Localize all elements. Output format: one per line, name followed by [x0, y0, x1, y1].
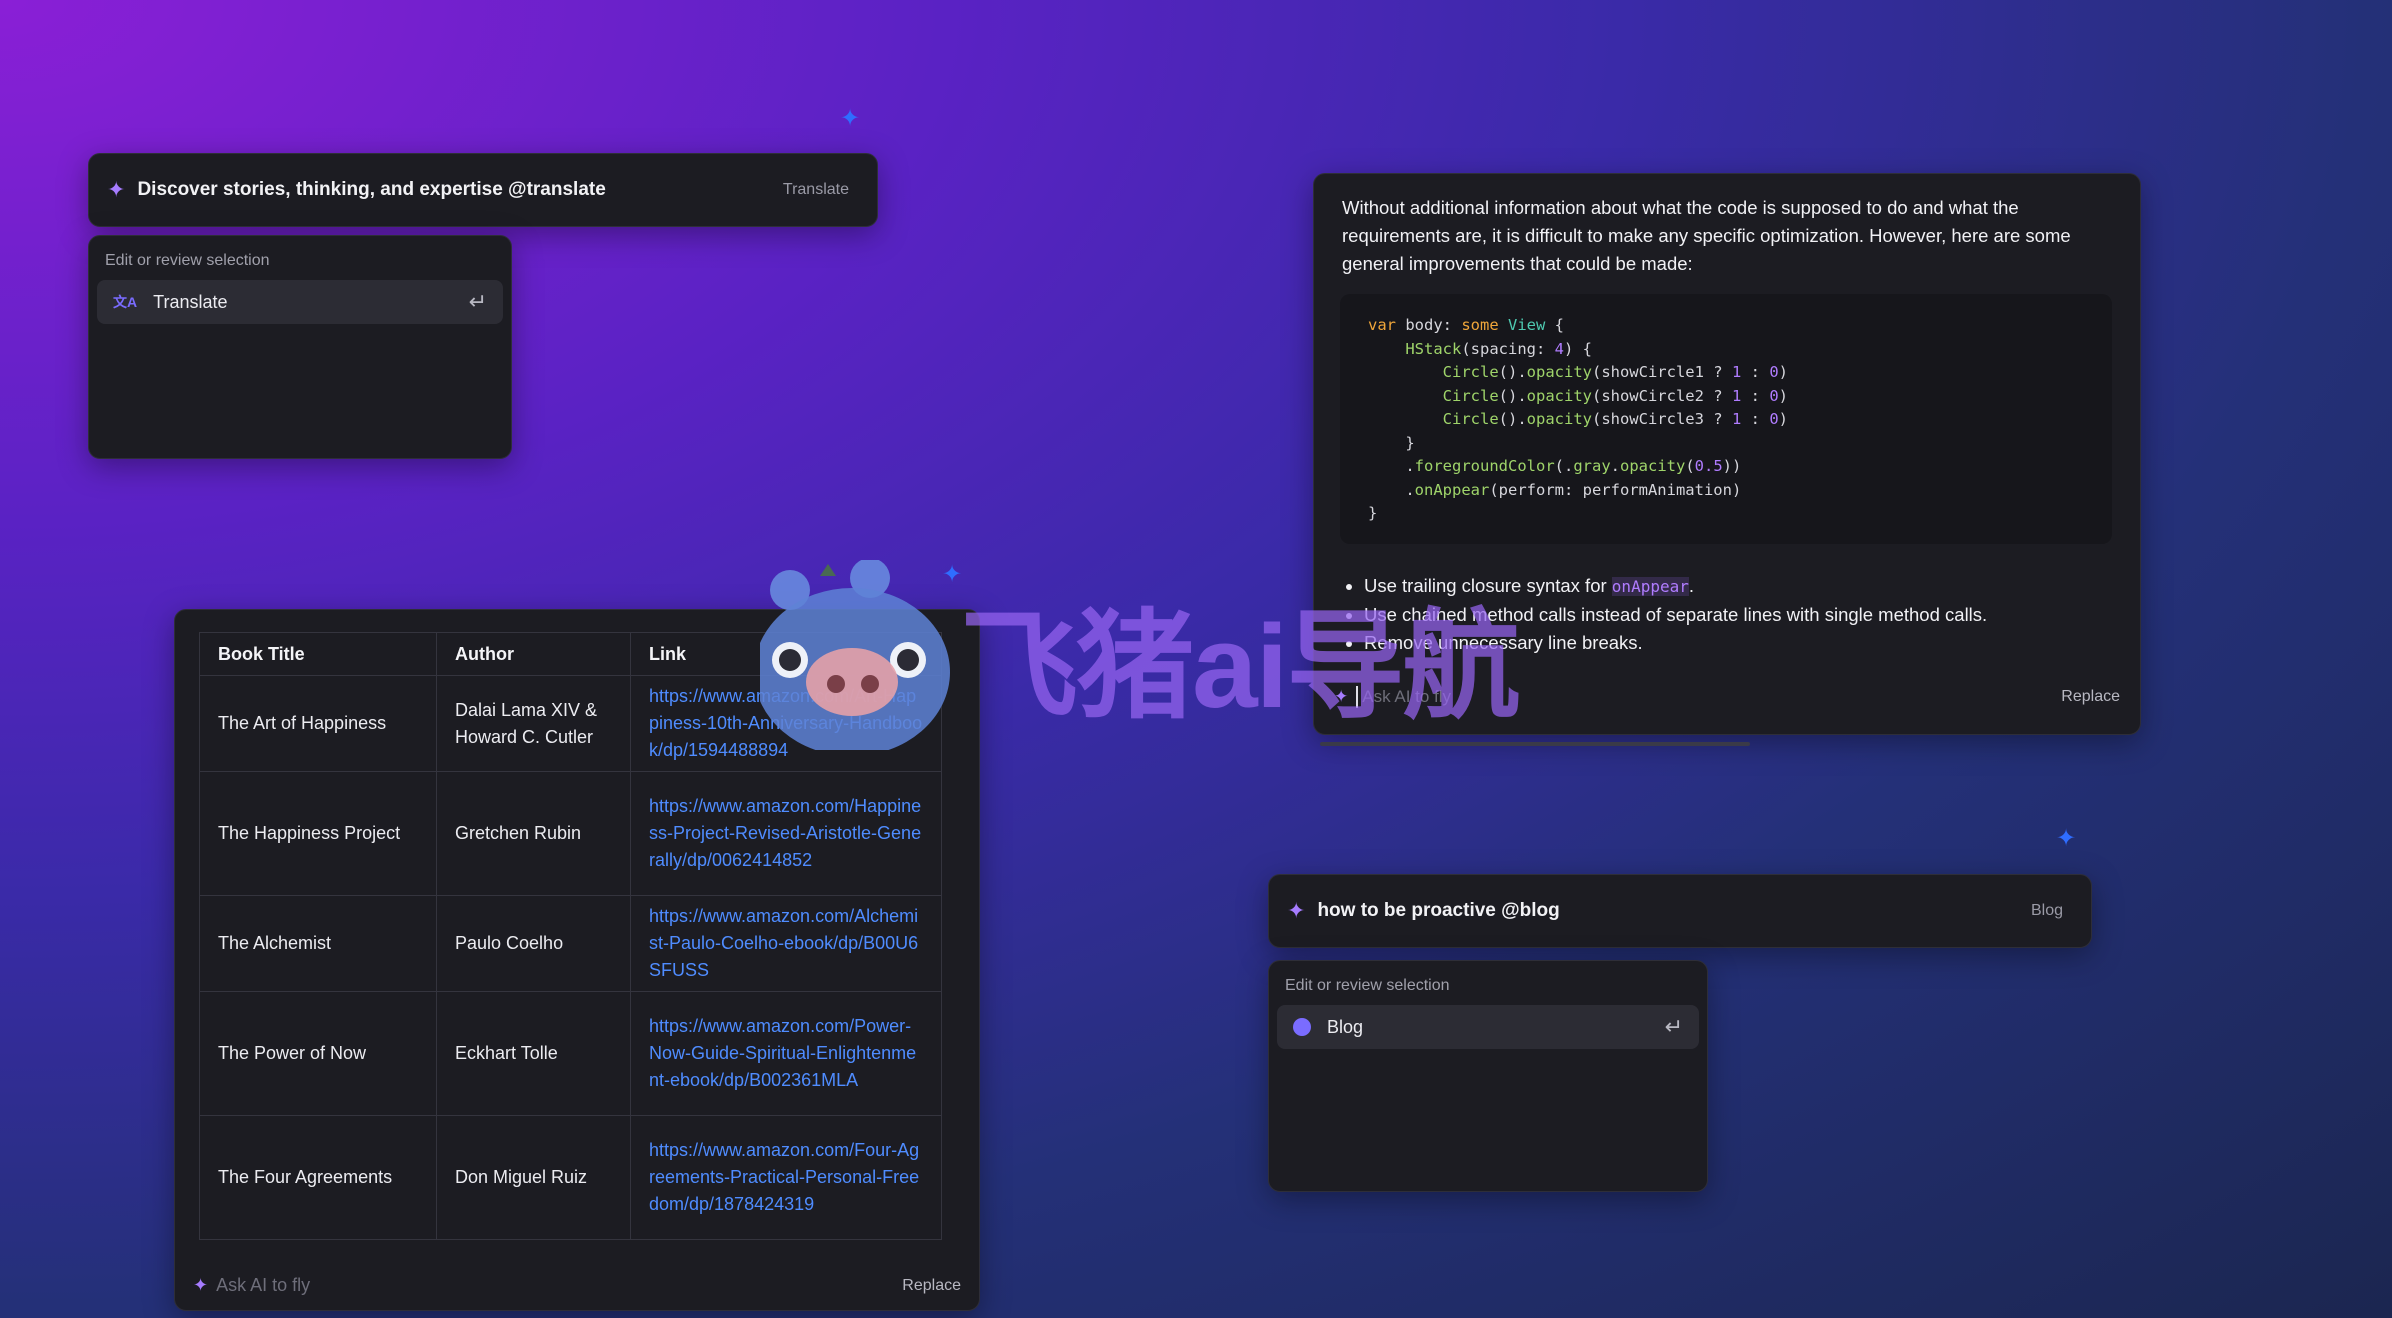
translate-icon: 文A: [113, 294, 138, 310]
table-row: The Four Agreements Don Miguel Ruiz http…: [199, 1115, 942, 1240]
blog-selection-panel: Edit or review selection Blog ↵: [1268, 960, 1708, 1192]
book-link[interactable]: https://www.amazon.com/Art-Happiness-10t…: [630, 675, 942, 772]
prompt-text: how to be proactive @blog: [1317, 900, 1560, 921]
book-link[interactable]: https://www.amazon.com/Happiness-Project…: [630, 771, 942, 896]
ask-ai-bar[interactable]: ✦ Ask AI to fly Replace: [1334, 686, 2120, 708]
code-answer-panel: Without additional information about wha…: [1313, 173, 2141, 746]
code-block: var body: some View { HStack(spacing: 4)…: [1340, 294, 2112, 544]
sparkle-icon: ✦: [193, 1275, 209, 1295]
ask-ai-bar[interactable]: ✦ Ask AI to fly Replace: [193, 1275, 961, 1296]
book-author: Eckhart Tolle: [436, 991, 631, 1116]
tip-item: Use trailing closure syntax for onAppear…: [1364, 572, 1987, 601]
option-label: Blog: [1327, 1016, 1364, 1037]
header-link: Link: [630, 632, 942, 676]
prompt-text: Discover stories, thinking, and expertis…: [137, 179, 606, 200]
book-title: The Power of Now: [199, 991, 437, 1116]
sparkle-icon: ✦: [1287, 898, 1306, 923]
book-author: Don Miguel Ruiz: [436, 1115, 631, 1240]
table-row: The Art of Happiness Dalai Lama XIV & Ho…: [199, 675, 942, 772]
table-row: The Happiness Project Gretchen Rubin htt…: [199, 771, 942, 896]
tip-text: .: [1688, 575, 1694, 596]
pin-icon[interactable]: ✦: [840, 104, 860, 133]
book-title: The Alchemist: [199, 895, 437, 992]
book-link[interactable]: https://www.amazon.com/Alchemist-Paulo-C…: [630, 895, 942, 992]
books-table-panel: Book Title Author Link The Art of Happin…: [174, 609, 980, 1311]
book-author: Paulo Coelho: [436, 895, 631, 992]
tip-text: Use trailing closure syntax for: [1364, 575, 1612, 596]
replace-button[interactable]: Replace: [902, 1277, 961, 1295]
replace-button[interactable]: Replace: [2061, 688, 2120, 706]
text-cursor: [1356, 686, 1359, 708]
command-tag: Translate: [782, 181, 849, 198]
inline-code: onAppear: [1611, 577, 1689, 596]
table-header-row: Book Title Author Link: [199, 632, 942, 676]
blog-option[interactable]: Blog ↵: [1277, 1005, 1699, 1049]
ask-ai-input[interactable]: Ask AI to fly: [216, 1275, 310, 1296]
section-title: Edit or review selection: [1285, 977, 1450, 994]
sparkle-icon: ✦: [107, 177, 126, 202]
translate-selection-panel: Edit or review selection 文A Translate ↵: [88, 235, 512, 459]
sparkle-icon: ✦: [1334, 687, 1349, 706]
progress-bar: [1320, 742, 1750, 746]
book-author: Gretchen Rubin: [436, 771, 631, 896]
tips-list: Use trailing closure syntax for onAppear…: [1364, 572, 1987, 657]
book-title: The Happiness Project: [199, 771, 437, 896]
book-title: The Art of Happiness: [199, 675, 437, 772]
command-tag: Blog: [2030, 902, 2063, 919]
pin-icon[interactable]: ✦: [2056, 824, 2076, 853]
header-author: Author: [436, 632, 631, 676]
tip-item: Use chained method calls instead of sepa…: [1364, 601, 1987, 629]
header-book-title: Book Title: [199, 632, 437, 676]
translate-option[interactable]: 文A Translate ↵: [97, 280, 503, 324]
return-icon[interactable]: ↵: [469, 289, 487, 315]
answer-intro: Without additional information about wha…: [1342, 197, 2071, 274]
book-link[interactable]: https://www.amazon.com/Four-Agreements-P…: [630, 1115, 942, 1240]
blog-prompt-bar[interactable]: ✦ how to be proactive @blog Blog: [1268, 874, 2092, 948]
return-icon[interactable]: ↵: [1665, 1014, 1683, 1040]
book-link[interactable]: https://www.amazon.com/Power-Now-Guide-S…: [630, 991, 942, 1116]
tip-item: Remove unnecessary line breaks.: [1364, 629, 1987, 657]
pin-icon[interactable]: ✦: [942, 560, 962, 589]
ask-ai-input[interactable]: Ask AI to fly: [1362, 687, 1451, 707]
option-label: Translate: [153, 291, 228, 312]
table-row: The Power of Now Eckhart Tolle https://w…: [199, 991, 942, 1116]
translate-prompt-bar[interactable]: ✦ Discover stories, thinking, and expert…: [88, 153, 878, 227]
book-title: The Four Agreements: [199, 1115, 437, 1240]
table-row: The Alchemist Paulo Coelho https://www.a…: [199, 895, 942, 992]
blog-icon: [1293, 1018, 1311, 1036]
section-title: Edit or review selection: [105, 252, 270, 269]
books-table: Book Title Author Link The Art of Happin…: [199, 632, 942, 1240]
book-author: Dalai Lama XIV & Howard C. Cutler: [436, 675, 631, 772]
